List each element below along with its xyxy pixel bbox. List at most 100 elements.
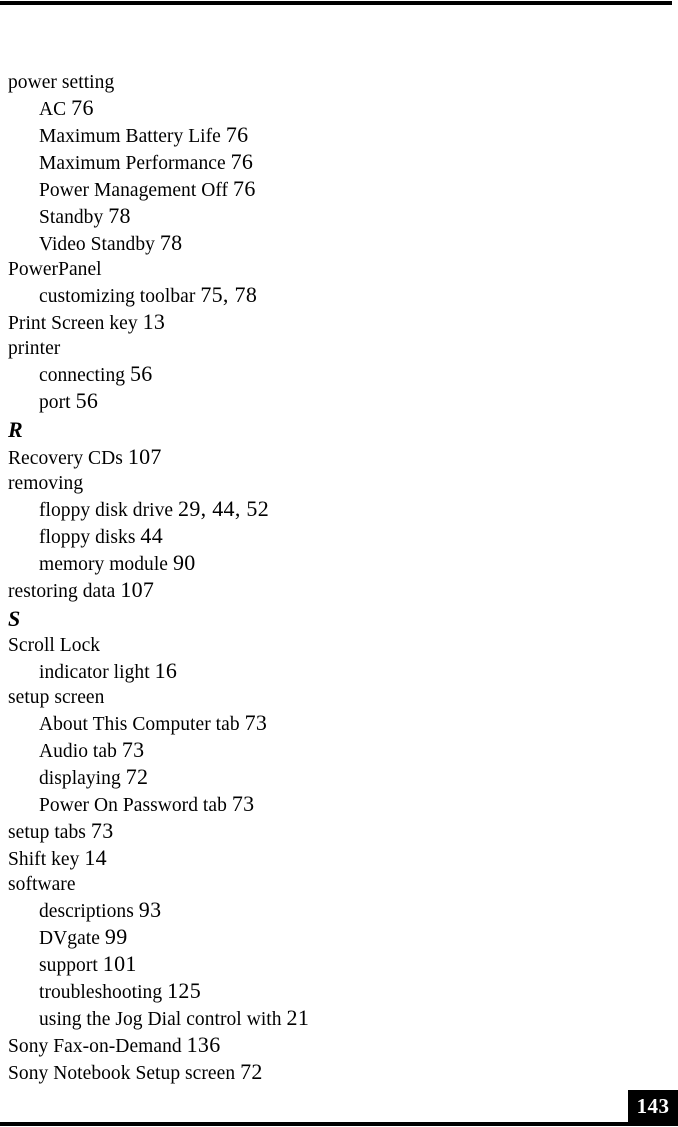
index-entry-page-numbers[interactable]: 73: [245, 710, 268, 735]
index-entry-term: printer: [8, 338, 61, 359]
index-subentry: using the Jog Dial control with 21: [8, 1005, 648, 1032]
index-entry-term: troubleshooting: [39, 982, 163, 1003]
index-entry-page-numbers[interactable]: 125: [167, 978, 201, 1003]
index-entry-term: Standby: [39, 207, 104, 228]
index-entry-term: restoring data: [8, 581, 116, 602]
index-entry-term: Sony Fax-on-Demand: [8, 1036, 182, 1057]
index-entry-term: software: [8, 874, 76, 895]
index-entry-page-numbers[interactable]: 29, 44, 52: [178, 496, 269, 521]
index-entry-page-numbers[interactable]: 90: [173, 550, 196, 575]
index-entry-page-numbers[interactable]: 93: [139, 897, 162, 922]
index-entry-term: Shift key: [8, 849, 80, 870]
index-entry-term: memory module: [39, 554, 168, 575]
index-subentry: Video Standby 78: [8, 230, 648, 257]
index-entry: PowerPanel: [8, 257, 648, 282]
index-entry-page-numbers[interactable]: 73: [91, 818, 114, 843]
index-entry: restoring data 107: [8, 577, 648, 604]
index-subentry: Maximum Battery Life 76: [8, 122, 648, 149]
index-entry-term: descriptions: [39, 901, 134, 922]
index-entry-term: floppy disks: [39, 527, 136, 548]
index-entry: Sony Fax-on-Demand 136: [8, 1032, 648, 1059]
index-section-heading: S: [8, 604, 648, 633]
index-entry-page-numbers[interactable]: 13: [143, 309, 166, 334]
index-subentry: memory module 90: [8, 550, 648, 577]
index-subentry: connecting 56: [8, 361, 648, 388]
index-entry: Print Screen key 13: [8, 309, 648, 336]
index-subentry: Standby 78: [8, 203, 648, 230]
index-entry: setup tabs 73: [8, 818, 648, 845]
index-subentry: troubleshooting 125: [8, 978, 648, 1005]
index-section-heading: R: [8, 415, 648, 444]
index-subentry: displaying 72: [8, 764, 648, 791]
index-entry-term: port: [39, 392, 71, 413]
index-entry-page-numbers[interactable]: 76: [231, 149, 254, 174]
index-entry-page-numbers[interactable]: 72: [126, 764, 149, 789]
index-entry: removing: [8, 471, 648, 496]
index-entry-page-numbers[interactable]: 76: [71, 95, 94, 120]
index-entry-page-numbers[interactable]: 73: [232, 791, 255, 816]
index-entry-term: DVgate: [39, 928, 100, 949]
index-entry-page-numbers[interactable]: 99: [105, 924, 128, 949]
index-entry-term: Power On Password tab: [39, 795, 227, 816]
index-entry-page-numbers[interactable]: 76: [233, 176, 256, 201]
index-section-letter: R: [8, 417, 23, 442]
index-section-letter: S: [8, 606, 21, 631]
index-entry-page-numbers[interactable]: 107: [128, 444, 162, 469]
footer-rule: [0, 1122, 678, 1126]
index-entry-term: setup screen: [8, 687, 105, 708]
index-entry-page-numbers[interactable]: 75, 78: [200, 282, 257, 307]
index-entry-term: Maximum Performance: [39, 153, 226, 174]
index-entry-page-numbers[interactable]: 78: [160, 230, 183, 255]
index-entry-page-numbers[interactable]: 44: [140, 523, 163, 548]
page-number-label: 143: [636, 1094, 670, 1118]
index-subentry: descriptions 93: [8, 897, 648, 924]
index-entry-term: support: [39, 955, 98, 976]
index-subentry: customizing toolbar 75, 78: [8, 282, 648, 309]
index-entry-page-numbers[interactable]: 16: [155, 658, 178, 683]
page-number-badge: 143: [628, 1090, 678, 1123]
index-entry-term: Recovery CDs: [8, 448, 123, 469]
index-subentry: DVgate 99: [8, 924, 648, 951]
index-entry-term: Power Management Off: [39, 180, 229, 201]
index-subentry: Power Management Off 76: [8, 176, 648, 203]
index-entry-term: PowerPanel: [8, 259, 102, 280]
index-subentry: support 101: [8, 951, 648, 978]
index-entry-term: Video Standby: [39, 234, 155, 255]
index-subentry: Audio tab 73: [8, 737, 648, 764]
index-entry-page-numbers[interactable]: 73: [122, 737, 145, 762]
index-entry-page-numbers[interactable]: 107: [120, 577, 154, 602]
index-entry: Sony Notebook Setup screen 72: [8, 1059, 648, 1086]
index-subentry: port 56: [8, 388, 648, 415]
index-entry-term: customizing toolbar: [39, 286, 196, 307]
index-entry-page-numbers[interactable]: 56: [130, 361, 153, 386]
index-entry-term: Scroll Lock: [8, 635, 101, 656]
index-entry-page-numbers[interactable]: 136: [187, 1032, 221, 1057]
index-entry: Shift key 14: [8, 845, 648, 872]
index-subentry: Maximum Performance 76: [8, 149, 648, 176]
index-entry-term: About This Computer tab: [39, 714, 240, 735]
index-entry-term: Maximum Battery Life: [39, 126, 221, 147]
index-subentry: Power On Password tab 73: [8, 791, 648, 818]
index-subentry: About This Computer tab 73: [8, 710, 648, 737]
index-entry-page-numbers[interactable]: 21: [287, 1005, 310, 1030]
index-entry-page-numbers[interactable]: 56: [76, 388, 99, 413]
index-entry-term: indicator light: [39, 662, 150, 683]
index-subentry: floppy disk drive 29, 44, 52: [8, 496, 648, 523]
index-entry: Scroll Lock: [8, 633, 648, 658]
index-entry-term: Print Screen key: [8, 313, 138, 334]
index-entry-term: setup tabs: [8, 822, 86, 843]
index-subentry: floppy disks 44: [8, 523, 648, 550]
index-entry-term: AC: [39, 99, 67, 120]
index-entry-page-numbers[interactable]: 72: [240, 1059, 263, 1084]
index-entry-page-numbers[interactable]: 76: [226, 122, 249, 147]
index-entry: printer: [8, 336, 648, 361]
index-entry-page-numbers[interactable]: 14: [84, 845, 107, 870]
index-entry-term: Sony Notebook Setup screen: [8, 1063, 236, 1084]
index-subentry: AC 76: [8, 95, 648, 122]
index-entry-term: Audio tab: [39, 741, 117, 762]
index-entry-term: using the Jog Dial control with: [39, 1009, 282, 1030]
index-entry-page-numbers[interactable]: 78: [108, 203, 131, 228]
index-entry-page-numbers[interactable]: 101: [103, 951, 137, 976]
index-entry: software: [8, 872, 648, 897]
index-entry: power setting: [8, 70, 648, 95]
